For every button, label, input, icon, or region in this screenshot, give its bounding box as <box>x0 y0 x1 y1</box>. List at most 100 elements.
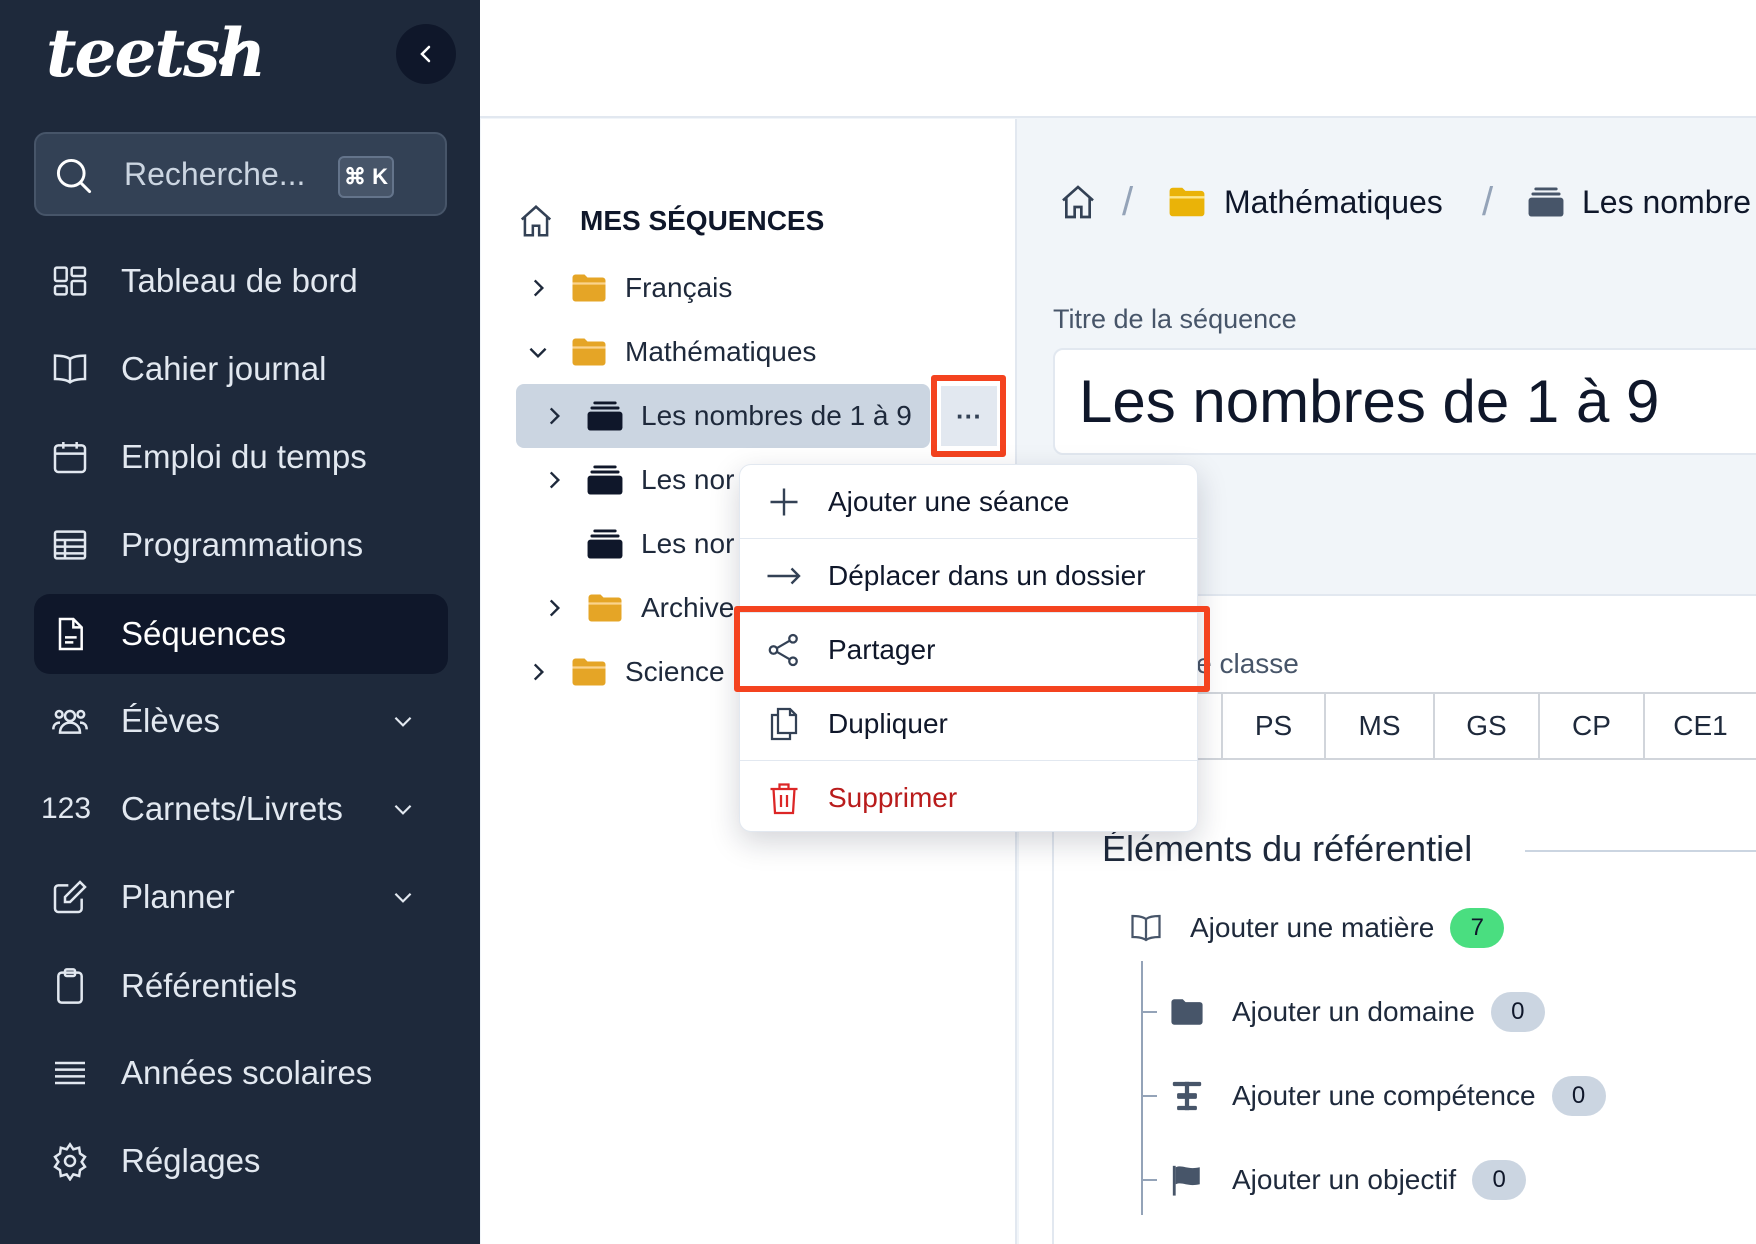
chevron-down-icon[interactable] <box>390 796 416 822</box>
folder-icon <box>572 274 606 302</box>
tree-branch <box>1141 1011 1157 1013</box>
sidebar-item-planner[interactable]: Planner <box>34 857 448 937</box>
stack-icon <box>587 401 623 431</box>
tree-item-archive[interactable]: Archive <box>541 578 734 638</box>
sidebar-item-label: Élèves <box>121 702 221 739</box>
add-domaine-label: Ajouter un domaine <box>1232 996 1475 1027</box>
folder-open-icon <box>572 338 606 366</box>
breadcrumb-home-icon[interactable] <box>1058 182 1098 222</box>
collapse-sidebar-button[interactable] <box>396 24 456 84</box>
count-badge: 0 <box>1472 1160 1527 1200</box>
sidebar-item-programmations[interactable]: Programmations <box>34 505 448 585</box>
sidebar: teetsh Recherche... ⌘ K Tableau de bord … <box>0 0 480 1244</box>
gear-icon <box>50 1141 90 1181</box>
book-icon <box>1131 914 1161 942</box>
tree-item-label: Mathématiques <box>625 336 817 367</box>
level-ps[interactable]: PS <box>1221 694 1324 758</box>
tree-item-les-nombres-1-9[interactable]: Les nombres de 1 à 9 <box>541 386 912 446</box>
level-ms[interactable]: MS <box>1324 694 1433 758</box>
tree-item-mathematiques[interactable]: Mathématiques <box>525 322 816 382</box>
sidebar-item-annees-scolaires[interactable]: Années scolaires <box>34 1033 448 1113</box>
level-cp[interactable]: CP <box>1538 694 1643 758</box>
menu-item-supprimer[interactable]: Supprimer <box>740 761 1199 835</box>
sidebar-item-emploi-du-temps[interactable]: Emploi du temps <box>34 417 448 497</box>
add-matiere-button[interactable]: Ajouter une matière 7 <box>1128 908 1505 948</box>
chevron-right-icon[interactable] <box>541 595 567 621</box>
title-input-value: Les nombres de 1 à 9 <box>1079 368 1660 435</box>
users-icon <box>50 701 90 741</box>
sidebar-item-sequences[interactable]: Séquences <box>34 594 448 674</box>
tree-item-label: Les nombres de 1 à 9 <box>641 400 912 431</box>
count-badge: 0 <box>1490 992 1545 1032</box>
home-icon[interactable] <box>517 202 555 240</box>
level-gs[interactable]: GS <box>1433 694 1538 758</box>
sidebar-item-label: Séquences <box>121 615 287 652</box>
search-icon <box>56 158 92 194</box>
tree-item-les-nombres-2[interactable]: Les nor <box>541 450 734 510</box>
breadcrumb-item-sequence[interactable]: Les nombre <box>1528 178 1751 226</box>
highlight-partager <box>734 606 1210 692</box>
tree-item-label: Les nor <box>641 528 735 559</box>
add-matiere-label: Ajouter une matière <box>1190 912 1435 943</box>
chevron-down-icon[interactable] <box>390 708 416 734</box>
folder-icon <box>572 658 606 686</box>
top-bar <box>480 0 1756 118</box>
tree-item-sciences[interactable]: Science <box>525 642 725 702</box>
breadcrumb-item-mathematiques[interactable]: Mathématiques <box>1168 178 1443 226</box>
sidebar-item-tableau-de-bord[interactable]: Tableau de bord <box>34 241 448 321</box>
menu-item-label: Déplacer dans un dossier <box>828 560 1146 591</box>
chevron-right-icon[interactable] <box>525 275 551 301</box>
breadcrumb-separator: / <box>1122 180 1134 224</box>
breadcrumb-label: Les nombre <box>1582 183 1751 220</box>
trash-icon <box>770 783 798 815</box>
menu-item-ajouter-seance[interactable]: Ajouter une séance <box>740 465 1199 539</box>
chevron-right-icon[interactable] <box>541 403 567 429</box>
flag-icon <box>1172 1165 1200 1196</box>
calendar-icon <box>50 437 90 477</box>
add-domaine-button[interactable]: Ajouter un domaine 0 <box>1170 992 1545 1032</box>
competence-icon <box>1172 1081 1202 1111</box>
copy-icon <box>770 707 798 741</box>
count-badge: 7 <box>1450 908 1505 948</box>
sidebar-item-label: Tableau de bord <box>121 262 358 299</box>
shortcut-badge: ⌘ K <box>338 156 394 198</box>
tree-item-les-nombres-3[interactable]: Les nor <box>587 514 734 574</box>
list-icon <box>50 1053 90 1093</box>
menu-item-dupliquer[interactable]: Dupliquer <box>740 687 1199 761</box>
breadcrumb-separator: / <box>1482 180 1494 224</box>
add-objectif-button[interactable]: Ajouter un objectif 0 <box>1170 1160 1527 1200</box>
level-ce1[interactable]: CE1 <box>1643 694 1756 758</box>
sidebar-item-cahier-journal[interactable]: Cahier journal <box>34 329 448 409</box>
plus-icon <box>770 488 798 516</box>
highlight-more-button <box>931 375 1006 457</box>
title-input[interactable]: Les nombres de 1 à 9 <box>1053 348 1756 455</box>
folder-icon <box>1169 187 1205 217</box>
tree-item-label: Science <box>625 656 725 687</box>
menu-item-label: Dupliquer <box>828 708 948 739</box>
breadcrumb-label: Mathématiques <box>1224 183 1443 220</box>
stack-icon <box>587 465 623 495</box>
chevron-down-icon[interactable] <box>525 339 551 365</box>
clipboard-icon <box>50 966 90 1006</box>
sidebar-item-label: Cahier journal <box>121 350 327 387</box>
add-competence-button[interactable]: Ajouter une compétence 0 <box>1170 1076 1606 1116</box>
sidebar-item-eleves[interactable]: Élèves <box>34 681 448 761</box>
chevron-right-icon[interactable] <box>541 467 567 493</box>
sidebar-item-carnets-livrets[interactable]: 123 Carnets/Livrets <box>34 769 448 849</box>
folder-icon <box>1171 999 1203 1025</box>
chevron-right-icon[interactable] <box>525 659 551 685</box>
divider <box>1525 850 1756 852</box>
chevron-left-icon <box>420 45 431 63</box>
chevron-down-icon[interactable] <box>390 884 416 910</box>
add-objectif-label: Ajouter un objectif <box>1232 1164 1457 1195</box>
sidebar-item-label: Réglages <box>121 1142 261 1179</box>
search-input[interactable]: Recherche... ⌘ K <box>34 132 447 216</box>
menu-item-deplacer[interactable]: Déplacer dans un dossier <box>740 539 1199 613</box>
sidebar-item-reglages[interactable]: Réglages <box>34 1121 448 1201</box>
sidebar-item-referentiels[interactable]: Référentiels <box>34 946 448 1026</box>
count-badge: 0 <box>1551 1076 1606 1116</box>
sidebar-item-label: Années scolaires <box>121 1054 373 1091</box>
sidebar-item-label: Carnets/Livrets <box>121 790 343 827</box>
sidebar-item-label: Emploi du temps <box>121 438 367 475</box>
tree-item-francais[interactable]: Français <box>525 258 732 318</box>
